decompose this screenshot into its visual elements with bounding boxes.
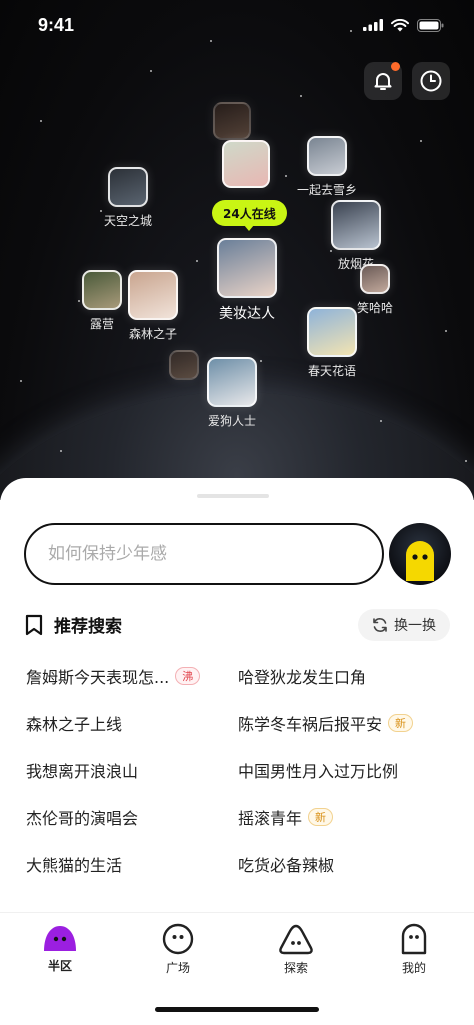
group-avatar[interactable] (307, 136, 347, 176)
bookmark-icon (25, 614, 43, 635)
recommend-header: 推荐搜索 (24, 612, 122, 637)
capsule-ghost-icon (401, 923, 427, 955)
notification-button[interactable] (364, 62, 402, 100)
refresh-label: 换一换 (394, 618, 436, 634)
group-avatar[interactable] (207, 357, 257, 407)
galaxy-node[interactable]: 天空之城 (78, 167, 178, 229)
star (445, 330, 447, 332)
recommend-title: 推荐搜索 (54, 617, 122, 637)
group-label: 森林之子 (128, 327, 177, 341)
recommend-item[interactable]: 大熊猫的生活 (26, 852, 122, 876)
group-avatar[interactable] (213, 102, 251, 140)
recommend-item[interactable]: 詹姆斯今天表现怎... 沸 (26, 664, 201, 688)
recommend-item-text: 摇滚青年 (238, 809, 303, 828)
galaxy-node[interactable]: 爱狗人士 (177, 357, 287, 429)
recommend-item-text: 大熊猫的生活 (26, 856, 123, 875)
galaxy-node[interactable] (183, 102, 281, 140)
clock-icon (420, 70, 442, 92)
recommend-item-text: 陈学冬车祸后报平安 (238, 715, 383, 734)
refresh-button[interactable]: 换一换 (358, 609, 450, 641)
recommend-item-text: 我想离开浪浪山 (26, 762, 139, 781)
bell-icon (374, 73, 392, 90)
galaxy-node[interactable]: 放烟花 (301, 200, 411, 272)
tab-explore[interactable]: 探索 (256, 923, 336, 976)
sheet-grab-handle[interactable] (197, 494, 269, 498)
group-label: 春天花语 (307, 364, 356, 378)
group-avatar[interactable] (128, 270, 178, 320)
tab-explore-label: 探索 (283, 961, 308, 975)
recommend-item-text: 中国男性月入过万比例 (238, 762, 399, 781)
wifi-icon (391, 18, 409, 31)
recommend-item[interactable]: 杰伦哥的演唱会 (26, 805, 138, 829)
group-label: 天空之城 (103, 214, 152, 228)
recommend-item[interactable]: 森林之子上线 (26, 711, 122, 735)
triangle-ghost-icon (279, 924, 313, 955)
tab-home[interactable]: 半区 (20, 923, 100, 974)
star (150, 70, 152, 72)
galaxy-area: 9:41 一起去雪乡 天空之城 放烟花 美妆达人 笑哈哈 露营 森林之子 春天花… (0, 0, 474, 500)
recommend-item[interactable]: 吃货必备辣椒 (238, 852, 334, 876)
group-label: 一起去雪乡 (296, 183, 357, 197)
group-avatar[interactable] (108, 167, 148, 207)
mascot-avatar-button[interactable] (389, 523, 451, 585)
group-label: 爱狗人士 (207, 414, 256, 428)
recommend-item[interactable]: 摇滚青年新 (238, 805, 334, 829)
star (40, 120, 42, 122)
recommend-item[interactable]: 我想离开浪浪山 (26, 758, 138, 782)
recommend-item-text: 吃货必备辣椒 (238, 856, 335, 875)
star (465, 460, 467, 462)
home-indicator (155, 1007, 319, 1012)
tab-square-label: 广场 (165, 961, 190, 975)
group-label: 美妆达人 (219, 306, 275, 322)
group-avatar[interactable] (360, 264, 390, 294)
new-tag: 新 (388, 714, 414, 732)
notification-dot (391, 62, 400, 71)
new-tag: 新 (308, 808, 334, 826)
battery-icon (417, 18, 444, 32)
group-avatar[interactable] (307, 307, 357, 357)
status-bar: 9:41 (0, 0, 474, 50)
star (420, 140, 422, 142)
search-field[interactable] (24, 523, 384, 585)
status-icons (363, 18, 444, 32)
recommend-item[interactable]: 哈登狄龙发生口角 (238, 664, 366, 688)
star (380, 420, 382, 422)
recommend-item-text: 森林之子上线 (26, 715, 123, 734)
history-button[interactable] (412, 62, 450, 100)
tab-mine-label: 我的 (401, 961, 426, 975)
hot-tag: 沸 (175, 667, 201, 685)
status-time: 9:41 (38, 14, 75, 35)
galaxy-node[interactable]: 森林之子 (98, 270, 208, 342)
recommend-item[interactable]: 中国男性月入过万比例 (238, 758, 398, 782)
galaxy-node[interactable]: 一起去雪乡 (277, 136, 377, 198)
group-avatar[interactable] (331, 200, 381, 250)
signal-icon (363, 19, 383, 31)
star (20, 380, 22, 382)
galaxy-node[interactable]: 春天花语 (277, 307, 387, 379)
group-avatar[interactable] (217, 238, 277, 298)
star (300, 95, 302, 97)
group-avatar[interactable] (222, 140, 270, 188)
recommend-item-text: 哈登狄龙发生口角 (238, 668, 367, 687)
star (60, 450, 62, 452)
refresh-icon (373, 618, 387, 632)
recommend-item-text: 詹姆斯今天表现怎... (26, 668, 170, 687)
online-count-badge: 24人在线 (212, 200, 287, 231)
recommend-item-text: 杰伦哥的演唱会 (26, 809, 139, 828)
tab-mine[interactable]: 我的 (374, 923, 454, 976)
face-circle-icon (162, 923, 194, 955)
recommend-item[interactable]: 陈学冬车祸后报平安新 (238, 711, 414, 735)
mascot-icon (406, 541, 434, 581)
tab-home-label: 半区 (47, 959, 72, 973)
search-input[interactable] (48, 544, 360, 564)
tab-square[interactable]: 广场 (138, 923, 218, 976)
ghost-filled-icon (44, 926, 76, 951)
